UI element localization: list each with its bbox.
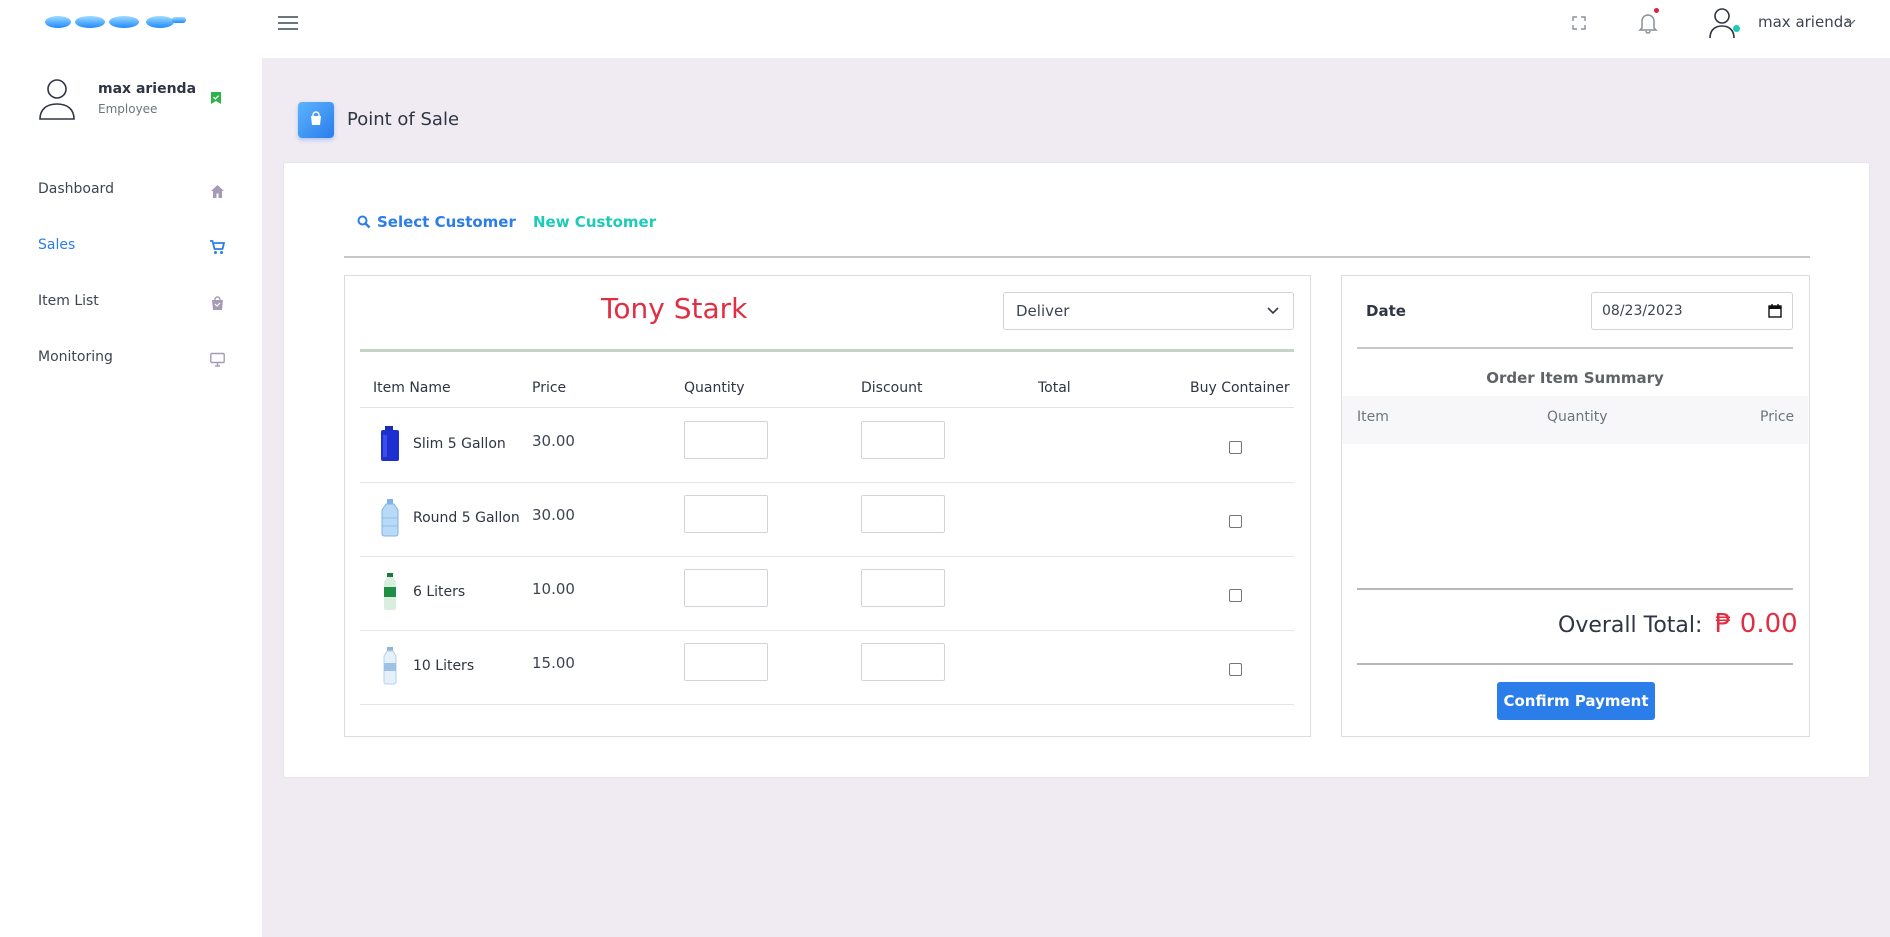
row-divider — [360, 704, 1294, 705]
item-name: 6 Liters — [413, 584, 466, 600]
app-logo[interactable] — [44, 14, 188, 30]
quantity-input[interactable] — [684, 421, 768, 459]
menu-toggle-icon[interactable] — [278, 16, 298, 32]
column-header-total: Total — [1038, 380, 1071, 396]
discount-input[interactable] — [861, 495, 945, 533]
order-summary-title: Order Item Summary — [1486, 369, 1664, 387]
discount-input[interactable] — [861, 421, 945, 459]
date-value: 08/23/2023 — [1602, 303, 1683, 319]
buy-container-checkbox[interactable] — [1229, 663, 1242, 676]
menu-line — [278, 22, 298, 24]
monitor-icon — [210, 352, 225, 367]
quantity-input[interactable] — [684, 643, 768, 681]
notification-bell-icon[interactable] — [1638, 12, 1658, 34]
slim-gallon-image — [381, 426, 399, 461]
delivery-select-value: Deliver — [1016, 302, 1070, 320]
quantity-input[interactable] — [684, 495, 768, 533]
user-avatar-icon[interactable] — [1708, 6, 1740, 40]
pos-bag-icon — [298, 102, 334, 138]
sidebar-item-label: Dashboard — [38, 181, 114, 197]
sidebar-item-item-list[interactable]: Item List — [0, 281, 262, 325]
home-icon — [211, 185, 224, 198]
verified-badge-icon — [211, 92, 221, 104]
column-header-quantity: Quantity — [684, 380, 745, 396]
item-name: Slim 5 Gallon — [413, 436, 506, 452]
notification-badge — [1654, 8, 1659, 13]
sidebar-user-role: Employee — [98, 102, 158, 116]
item-name: 10 Liters — [413, 658, 475, 674]
menu-line — [278, 16, 298, 18]
overall-total-label: Overall Total: — [1558, 613, 1703, 638]
sidebar-user-name: max arienda — [98, 81, 197, 97]
bottle-10l-image — [383, 647, 397, 685]
bag-icon — [212, 296, 223, 310]
divider — [1357, 347, 1793, 349]
order-summary-panel — [1341, 275, 1810, 737]
select-customer-label: Select Customer — [377, 213, 516, 231]
date-input[interactable]: 08/23/2023 — [1591, 292, 1793, 330]
column-header-item-name: Item Name — [373, 380, 451, 396]
summary-column-quantity: Quantity — [1547, 409, 1608, 425]
row-divider — [360, 556, 1294, 557]
chevron-down-icon — [1267, 307, 1279, 315]
online-status-dot — [1733, 25, 1740, 32]
delivery-select[interactable]: Deliver — [1003, 292, 1294, 330]
sidebar: max arienda Employee Dashboard Sales Ite… — [0, 58, 262, 937]
confirm-payment-button[interactable]: Confirm Payment — [1497, 682, 1655, 720]
sidebar-item-label: Sales — [38, 237, 76, 253]
sidebar-item-label: Monitoring — [38, 349, 113, 365]
header-username[interactable]: max arienda — [1758, 13, 1852, 31]
item-price: 10.00 — [532, 580, 575, 598]
buy-container-checkbox[interactable] — [1229, 441, 1242, 454]
buy-container-checkbox[interactable] — [1229, 515, 1242, 528]
cart-icon — [210, 240, 225, 254]
table-header-divider — [360, 407, 1294, 408]
new-customer-link[interactable]: New Customer — [533, 213, 656, 231]
calendar-icon[interactable] — [1768, 304, 1782, 318]
sidebar-item-label: Item List — [38, 293, 99, 309]
divider — [1357, 663, 1793, 665]
column-header-discount: Discount — [861, 380, 923, 396]
discount-input[interactable] — [861, 569, 945, 607]
customer-name: Tony Stark — [601, 292, 748, 325]
row-divider — [360, 630, 1294, 631]
buy-container-checkbox[interactable] — [1229, 589, 1242, 602]
sidebar-item-monitoring[interactable]: Monitoring — [0, 337, 262, 381]
item-price: 30.00 — [532, 506, 575, 524]
sidebar-item-sales[interactable]: Sales — [0, 225, 262, 269]
chevron-down-icon[interactable] — [1846, 18, 1856, 26]
sidebar-item-dashboard[interactable]: Dashboard — [0, 169, 262, 213]
date-label: Date — [1366, 302, 1406, 320]
divider — [1357, 588, 1793, 590]
bottle-6l-image — [384, 573, 396, 610]
search-icon — [357, 215, 371, 229]
round-gallon-image — [381, 499, 399, 537]
item-price: 15.00 — [532, 654, 575, 672]
select-customer-link[interactable]: Select Customer — [357, 213, 516, 231]
column-header-buy-container: Buy Container — [1190, 380, 1290, 396]
divider — [360, 349, 1294, 352]
page-title: Point of Sale — [347, 109, 460, 130]
order-items-panel — [344, 275, 1311, 737]
divider — [344, 256, 1810, 258]
summary-column-item: Item — [1357, 409, 1389, 425]
menu-line — [278, 28, 298, 30]
item-name: Round 5 Gallon — [413, 510, 520, 526]
summary-column-price: Price — [1760, 409, 1795, 425]
fullscreen-icon[interactable] — [1572, 16, 1586, 30]
top-bar: max arienda — [0, 0, 1890, 58]
quantity-input[interactable] — [684, 569, 768, 607]
item-price: 30.00 — [532, 432, 575, 450]
column-header-price: Price — [532, 380, 567, 396]
sidebar-avatar-icon — [39, 79, 75, 120]
discount-input[interactable] — [861, 643, 945, 681]
row-divider — [360, 482, 1294, 483]
overall-total-value: ₱ 0.00 — [1715, 609, 1798, 639]
